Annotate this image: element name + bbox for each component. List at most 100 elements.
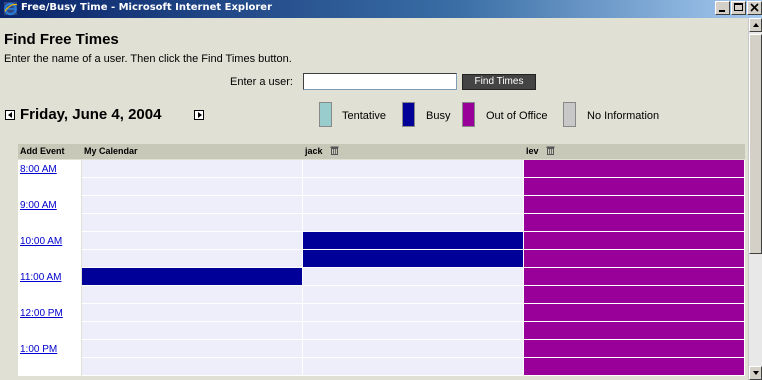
- jack-slot-busy: [303, 232, 524, 250]
- my-calendar-slot-free: [82, 322, 303, 340]
- lev-slot-oof: [524, 304, 745, 322]
- header-user-lev: lev: [524, 144, 745, 159]
- jack-slot-free: [303, 304, 524, 322]
- my-calendar-slot-free: [82, 286, 303, 304]
- legend-label-no-information: No Information: [587, 110, 660, 122]
- add-event-time-link[interactable]: 10:00 AM: [20, 236, 62, 247]
- jack-slot-free: [303, 268, 524, 286]
- trash-icon[interactable]: [330, 146, 339, 155]
- jack-slot-free: [303, 160, 524, 178]
- table-row: [18, 286, 745, 304]
- header-user-jack-label: jack: [305, 146, 323, 156]
- table-row: 12:00 PM: [18, 304, 745, 322]
- legend-label-out-of-office: Out of Office: [486, 110, 548, 122]
- grid-header: Add Event My Calendar jack lev: [18, 144, 745, 159]
- lev-slot-oof: [524, 286, 745, 304]
- jack-slot-free: [303, 358, 524, 376]
- scroll-down-icon[interactable]: [749, 366, 762, 380]
- window-title-bar[interactable]: Free/Busy Time - Microsoft Internet Expl…: [0, 0, 762, 18]
- my-calendar-slot-free: [82, 250, 303, 268]
- time-cell: [18, 322, 82, 340]
- jack-slot-free: [303, 286, 524, 304]
- ie-icon: [3, 1, 18, 16]
- time-cell: 8:00 AM: [18, 160, 82, 178]
- instructions-text: Enter the name of a user. Then click the…: [4, 53, 292, 65]
- time-cell: [18, 250, 82, 268]
- table-row: 1:00 PM: [18, 340, 745, 358]
- scrollbar-thumb[interactable]: [749, 34, 762, 254]
- my-calendar-slot-free: [82, 304, 303, 322]
- user-field-label: Enter a user:: [230, 76, 293, 88]
- legend-label-busy: Busy: [426, 110, 451, 122]
- time-cell: [18, 358, 82, 376]
- lev-slot-oof: [524, 178, 745, 196]
- user-input[interactable]: [303, 73, 457, 90]
- lev-slot-oof: [524, 340, 745, 358]
- jack-slot-free: [303, 214, 524, 232]
- jack-slot-free: [303, 322, 524, 340]
- table-row: 11:00 AM: [18, 268, 745, 286]
- my-calendar-slot-free: [82, 214, 303, 232]
- legend-swatch-out-of-office: [462, 102, 475, 127]
- next-day-icon[interactable]: [194, 110, 204, 120]
- add-event-time-link[interactable]: 12:00 PM: [20, 308, 63, 319]
- find-times-button[interactable]: Find Times: [462, 74, 536, 90]
- table-row: 8:00 AM: [18, 160, 745, 178]
- vertical-scrollbar[interactable]: [748, 18, 762, 380]
- close-icon[interactable]: [747, 1, 762, 15]
- add-event-time-link[interactable]: 11:00 AM: [20, 272, 62, 283]
- table-row: [18, 358, 745, 376]
- time-cell: 11:00 AM: [18, 268, 82, 286]
- lev-slot-oof: [524, 232, 745, 250]
- table-row: 9:00 AM: [18, 196, 745, 214]
- legend-swatch-tentative: [319, 102, 332, 127]
- jack-slot-free: [303, 178, 524, 196]
- time-cell: [18, 286, 82, 304]
- legend-label-tentative: Tentative: [342, 110, 387, 122]
- header-user-jack: jack: [303, 144, 524, 159]
- time-cell: 12:00 PM: [18, 304, 82, 322]
- time-cell: [18, 178, 82, 196]
- legend-swatch-busy: [402, 102, 415, 127]
- lev-slot-oof: [524, 160, 745, 178]
- previous-day-icon[interactable]: [5, 110, 15, 120]
- my-calendar-slot-busy: [82, 268, 303, 286]
- table-row: [18, 250, 745, 268]
- lev-slot-oof: [524, 358, 745, 376]
- trash-icon[interactable]: [546, 146, 555, 155]
- table-row: [18, 322, 745, 340]
- header-user-lev-label: lev: [526, 146, 539, 156]
- time-cell: 10:00 AM: [18, 232, 82, 250]
- lev-slot-oof: [524, 268, 745, 286]
- table-row: [18, 214, 745, 232]
- jack-slot-busy: [303, 250, 524, 268]
- table-row: 10:00 AM: [18, 232, 745, 250]
- maximize-icon[interactable]: [731, 1, 746, 15]
- jack-slot-free: [303, 196, 524, 214]
- lev-slot-oof: [524, 250, 745, 268]
- my-calendar-slot-free: [82, 160, 303, 178]
- add-event-time-link[interactable]: 9:00 AM: [20, 200, 57, 211]
- time-cell: [18, 214, 82, 232]
- my-calendar-slot-free: [82, 196, 303, 214]
- time-cell: 1:00 PM: [18, 340, 82, 358]
- minimize-icon[interactable]: [715, 1, 730, 15]
- add-event-time-link[interactable]: 8:00 AM: [20, 164, 57, 175]
- page-content: Find Free Times Enter the name of a user…: [0, 18, 748, 380]
- jack-slot-free: [303, 340, 524, 358]
- table-row: [18, 178, 745, 196]
- window-title: Free/Busy Time - Microsoft Internet Expl…: [21, 2, 273, 13]
- page-title: Find Free Times: [4, 31, 119, 48]
- my-calendar-slot-free: [82, 178, 303, 196]
- add-event-time-link[interactable]: 1:00 PM: [20, 344, 57, 355]
- header-add-event: Add Event: [20, 146, 65, 156]
- time-cell: 9:00 AM: [18, 196, 82, 214]
- my-calendar-slot-free: [82, 232, 303, 250]
- legend-swatch-no-information: [563, 102, 576, 127]
- scroll-up-icon[interactable]: [749, 18, 762, 32]
- current-date: Friday, June 4, 2004: [20, 106, 162, 123]
- lev-slot-oof: [524, 214, 745, 232]
- my-calendar-slot-free: [82, 340, 303, 358]
- lev-slot-oof: [524, 196, 745, 214]
- lev-slot-oof: [524, 322, 745, 340]
